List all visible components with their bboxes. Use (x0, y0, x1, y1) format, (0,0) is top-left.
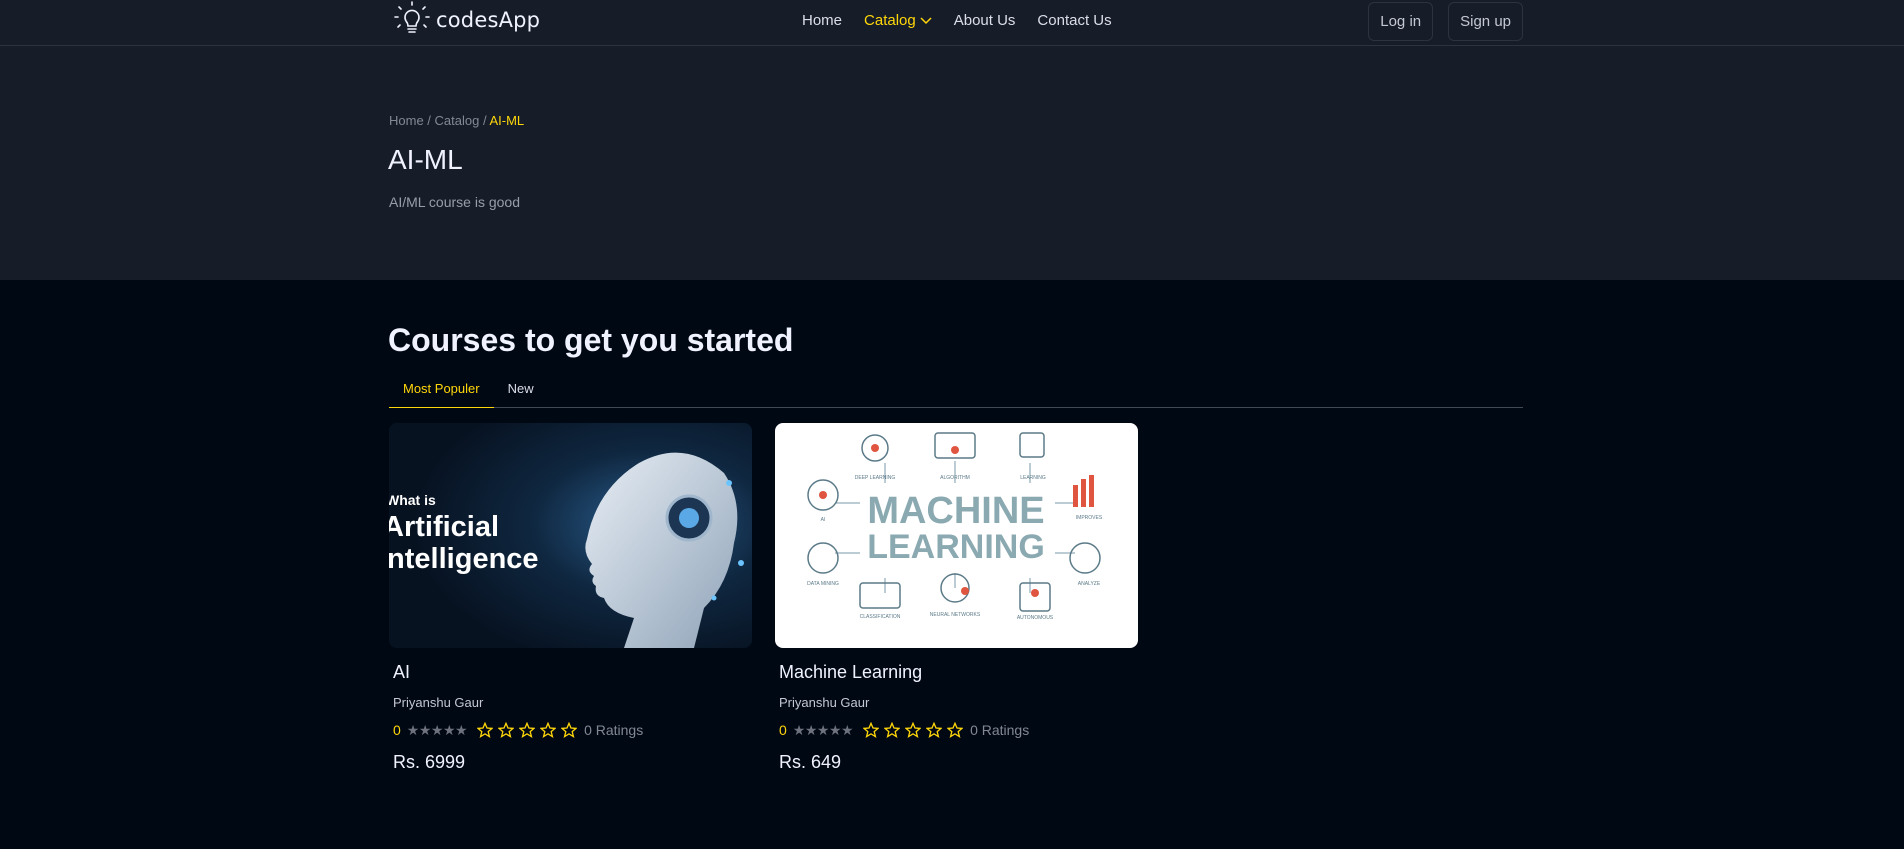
chevron-down-icon (920, 16, 932, 24)
nav-catalog-label: Catalog (864, 12, 916, 29)
page-title: AI-ML (388, 144, 463, 175)
category-description: AI/ML course is good (389, 194, 520, 210)
breadcrumb-current: AI-ML (489, 113, 525, 128)
star-rating-icon: ★★★★★ (406, 721, 468, 738)
star-outline-icon (477, 722, 494, 738)
breadcrumb-separator: / (423, 113, 435, 128)
star-rating-icon: ★★★★★ (792, 721, 854, 738)
course-card[interactable]: What is Artificial Intelligence AI Priya… (389, 423, 752, 773)
tab-new[interactable]: New (494, 378, 548, 408)
star-outline-icons (863, 722, 964, 738)
thumbnail-label: LEARNING (1020, 475, 1046, 481)
thumbnail-text-line2: LEARNING (867, 528, 1045, 566)
section-title: Courses to get you started (388, 322, 794, 358)
logo[interactable]: codesApp (392, 1, 540, 39)
ratings-count: 0 Ratings (584, 722, 644, 738)
star-outline-icon (947, 722, 964, 738)
star-outline-icon (884, 722, 901, 738)
course-card[interactable]: MACHINE LEARNING DEEP LEARNING ALGORITHM… (775, 423, 1138, 773)
nav-home[interactable]: Home (802, 12, 842, 29)
star-outline-icons (477, 722, 578, 738)
auth-buttons: Log in Sign up (1368, 2, 1523, 41)
course-author: Priyanshu Gaur (779, 695, 870, 710)
rating-row: 0 ★★★★★ 0 Ratings (779, 721, 1138, 739)
lightbulb-icon (394, 1, 430, 33)
login-button[interactable]: Log in (1368, 2, 1434, 41)
thumbnail-text-line2: Artificial (389, 511, 499, 543)
course-title[interactable]: AI (393, 662, 752, 683)
signup-button[interactable]: Sign up (1448, 2, 1523, 41)
breadcrumb-home[interactable]: Home (389, 113, 424, 128)
rating-value: 0 (779, 722, 787, 738)
brand-name: codesApp (436, 8, 541, 32)
breadcrumb: Home / Catalog / AI-ML (389, 113, 524, 128)
course-thumbnail[interactable]: What is Artificial Intelligence (389, 423, 752, 648)
nav-about[interactable]: About Us (954, 12, 1016, 29)
course-title[interactable]: Machine Learning (779, 662, 1138, 683)
thumbnail-label: NEURAL NETWORKS (930, 612, 981, 618)
nav-links: Home Catalog About Us Contact Us (802, 12, 1112, 29)
course-author: Priyanshu Gaur (393, 695, 484, 710)
star-outline-icon (519, 722, 536, 738)
breadcrumb-separator: / (479, 113, 490, 128)
rating-row: 0 ★★★★★ 0 Ratings (393, 721, 752, 739)
thumbnail-text-line1: What is (389, 492, 436, 508)
tab-most-popular[interactable]: Most Populer (389, 378, 494, 408)
thumbnail-label: DATA MINING (807, 581, 839, 587)
course-price: Rs. 6999 (393, 752, 466, 772)
thumbnail-text-line3: Intelligence (389, 543, 539, 575)
rating-value: 0 (393, 722, 401, 738)
star-outline-icon (926, 722, 943, 738)
category-hero: Home / Catalog / AI-ML AI-ML AI/ML cours… (0, 46, 1904, 280)
course-thumbnail[interactable]: MACHINE LEARNING DEEP LEARNING ALGORITHM… (775, 423, 1138, 648)
course-price: Rs. 649 (779, 752, 842, 772)
thumbnail-label: AUTONOMOUS (1017, 615, 1054, 621)
star-outline-icon (540, 722, 557, 738)
breadcrumb-catalog[interactable]: Catalog (435, 113, 480, 128)
star-outline-icon (905, 722, 922, 738)
navbar: codesApp Home Catalog About Us Contact U… (0, 0, 1904, 46)
nav-contact[interactable]: Contact Us (1037, 12, 1111, 29)
ratings-count: 0 Ratings (970, 722, 1030, 738)
course-tabs: Most Populer New (389, 378, 1523, 408)
thumbnail-label: DEEP LEARNING (855, 475, 896, 481)
thumbnail-text-line1: MACHINE (867, 490, 1044, 532)
star-outline-icon (498, 722, 515, 738)
star-outline-icon (561, 722, 578, 738)
star-outline-icon (863, 722, 880, 738)
nav-catalog[interactable]: Catalog (864, 12, 932, 29)
thumbnail-label: IMPROVES (1076, 515, 1103, 521)
thumbnail-label: AI (821, 517, 826, 523)
thumbnail-label: ALGORITHM (940, 475, 970, 481)
thumbnail-label: ANALYZE (1078, 581, 1101, 587)
thumbnail-label: CLASSIFICATION (860, 614, 901, 620)
